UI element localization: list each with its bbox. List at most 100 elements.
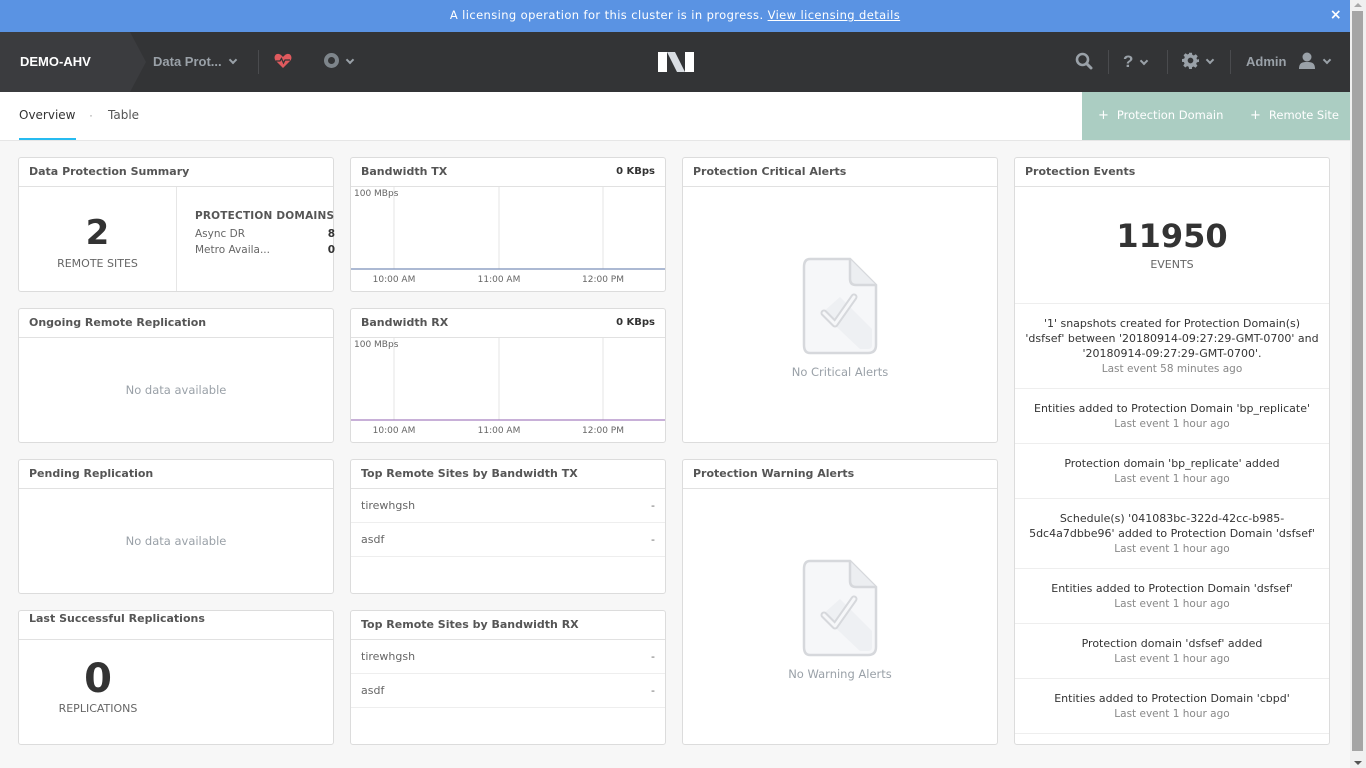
divider bbox=[1108, 50, 1109, 74]
health-button[interactable] bbox=[274, 32, 292, 92]
list-item[interactable]: asdf - bbox=[351, 674, 665, 708]
plus-icon: + bbox=[1250, 108, 1261, 123]
events-label: EVENTS bbox=[1150, 258, 1194, 271]
y-axis-max-label: 100 MBps bbox=[354, 340, 399, 350]
tab-bar: Overview · Table + Protection Domain + Rem… bbox=[0, 92, 1350, 141]
pd-row-value: 0 bbox=[327, 244, 335, 256]
list-item[interactable]: asdf - bbox=[351, 523, 665, 557]
user-icon bbox=[1299, 52, 1316, 70]
nutanix-logo bbox=[658, 52, 694, 72]
replications-count: 0 bbox=[84, 656, 112, 702]
remote-site-value: - bbox=[651, 533, 655, 546]
remote-sites-count: 2 bbox=[85, 213, 110, 253]
list-item[interactable]: tirewhgsh - bbox=[351, 640, 665, 674]
event-time: Last event 1 hour ago bbox=[1114, 473, 1230, 485]
widget-header: Bandwidth TX 0 KBps bbox=[351, 158, 665, 187]
replications-label: REPLICATIONS bbox=[58, 702, 138, 715]
add-remote-site-label: Remote Site bbox=[1268, 108, 1340, 122]
remote-sites-label: REMOTE SITES bbox=[57, 257, 138, 270]
remote-site-name: tirewhgsh bbox=[361, 650, 416, 663]
protection-domains-title: PROTECTION DOMAINS bbox=[195, 210, 335, 222]
add-remote-site-button[interactable]: + Remote Site bbox=[1250, 92, 1339, 139]
help-icon: ? bbox=[1123, 52, 1134, 71]
events-summary[interactable]: 11950 EVENTS bbox=[1015, 187, 1329, 304]
event-time: Last event 1 hour ago bbox=[1114, 418, 1230, 430]
help-menu[interactable]: ? bbox=[1123, 32, 1149, 92]
bandwidth-rx-widget: Bandwidth RX 0 KBps 100 MBps 10:00 AM 11:0… bbox=[350, 308, 666, 443]
empty-state: No Critical Alerts bbox=[683, 257, 997, 379]
protection-events-widget: Protection Events 11950 EVENTS '1' snaps… bbox=[1014, 157, 1330, 745]
event-item[interactable]: '1' snapshots created for Protection Dom… bbox=[1015, 304, 1329, 389]
list-item[interactable]: tirewhgsh - bbox=[351, 489, 665, 523]
events-count: 11950 bbox=[1116, 217, 1228, 255]
event-time: Last event 1 hour ago bbox=[1114, 653, 1230, 665]
page-scrollbar[interactable] bbox=[1350, 0, 1366, 768]
scrollbar-thumb[interactable] bbox=[1352, 11, 1363, 751]
chevron-down-icon bbox=[1322, 55, 1332, 65]
divider bbox=[1230, 50, 1231, 74]
remote-sites-summary[interactable]: 2 REMOTE SITES bbox=[19, 187, 177, 291]
add-protection-domain-label: Protection Domain bbox=[1116, 108, 1224, 122]
action-bar: + Protection Domain + Remote Site bbox=[1082, 92, 1350, 140]
chevron-down-icon bbox=[1205, 55, 1215, 65]
plus-icon: + bbox=[1098, 108, 1109, 123]
y-axis-max-label: 100 MBps bbox=[354, 189, 399, 199]
event-time: Last event 1 hour ago bbox=[1114, 598, 1230, 610]
add-protection-domain-button[interactable]: + Protection Domain bbox=[1098, 92, 1223, 139]
alerts-menu[interactable] bbox=[324, 32, 355, 92]
event-text: '1' snapshots created for Protection Dom… bbox=[1025, 317, 1319, 360]
event-item[interactable]: Schedule(s) '041083bc-322d-42cc-b985-5dc… bbox=[1015, 499, 1329, 569]
user-menu[interactable]: Admin bbox=[1246, 32, 1332, 92]
chevron-down-icon bbox=[228, 55, 237, 65]
pd-row-async-dr[interactable]: Async DR 8 bbox=[195, 228, 335, 240]
x-axis-tick-label: 10:00 AM bbox=[373, 275, 416, 285]
widget-title: Protection Critical Alerts bbox=[683, 158, 997, 187]
replications-summary[interactable]: 0 REPLICATIONS bbox=[19, 640, 177, 715]
scroll-down-arrow-icon[interactable] bbox=[1354, 761, 1362, 765]
event-item[interactable]: Entities added to Protection Domain 'cbp… bbox=[1015, 679, 1329, 734]
view-licensing-details-link[interactable]: View licensing details bbox=[768, 8, 901, 22]
event-item[interactable]: Entities added to Protection Domain 'bp_… bbox=[1015, 389, 1329, 444]
divider bbox=[1167, 50, 1168, 74]
event-text: Protection domain 'dsfsef' added bbox=[1081, 637, 1263, 650]
user-name: Admin bbox=[1246, 54, 1287, 69]
close-banner-button[interactable]: × bbox=[1330, 0, 1342, 31]
divider bbox=[258, 50, 259, 74]
current-bandwidth-value: 0 KBps bbox=[616, 317, 655, 328]
pd-row-metro-availability[interactable]: Metro Availa... 0 bbox=[195, 244, 335, 256]
ongoing-replication-widget: Ongoing Remote Replication No data avail… bbox=[18, 308, 334, 443]
no-data-text: No data available bbox=[125, 534, 227, 548]
pending-replication-widget: Pending Replication No data available bbox=[18, 459, 334, 594]
event-item[interactable]: Protection domain 'bp_replicate' added L… bbox=[1015, 444, 1329, 499]
scroll-up-arrow-icon[interactable] bbox=[1354, 3, 1362, 7]
bandwidth-tx-widget: Bandwidth TX 0 KBps 100 MBps 10:00 AM 11:0… bbox=[350, 157, 666, 292]
x-axis-tick-label: 10:00 AM bbox=[373, 426, 416, 436]
event-time: Last event 58 minutes ago bbox=[1101, 363, 1243, 375]
event-text: Schedule(s) '041083bc-322d-42cc-b985-5dc… bbox=[1029, 512, 1315, 540]
event-item[interactable]: Protection domain 'dsfsef' added Last ev… bbox=[1015, 624, 1329, 679]
search-button[interactable] bbox=[1075, 32, 1093, 92]
x-axis-tick-label: 12:00 PM bbox=[582, 275, 624, 285]
critical-alerts-widget: Protection Critical Alerts No Critical A… bbox=[682, 157, 998, 443]
top-remote-sites-rx-widget: Top Remote Sites by Bandwidth RX tirewhg… bbox=[350, 610, 666, 745]
event-item[interactable]: Entities added to Protection Domain 'dsf… bbox=[1015, 569, 1329, 624]
settings-menu[interactable] bbox=[1182, 32, 1215, 92]
pd-row-label: Metro Availa... bbox=[195, 244, 270, 256]
bandwidth-tx-chart[interactable]: 100 MBps 10:00 AM 11:00 AM 12:00 PM bbox=[351, 187, 665, 292]
gear-icon bbox=[1182, 52, 1199, 70]
remote-site-value: - bbox=[651, 684, 655, 697]
remote-site-name: tirewhgsh bbox=[361, 499, 416, 512]
widget-title: Top Remote Sites by Bandwidth RX bbox=[351, 611, 665, 640]
tab-table[interactable]: Table bbox=[108, 92, 139, 140]
chevron-down-icon bbox=[1140, 56, 1149, 66]
tab-overview[interactable]: Overview bbox=[19, 92, 76, 140]
remote-site-value: - bbox=[651, 650, 655, 663]
circle-icon bbox=[324, 53, 339, 69]
bandwidth-rx-chart[interactable]: 100 MBps 10:00 AM 11:00 AM 12:00 PM bbox=[351, 338, 665, 443]
view-menu[interactable]: Data Prot... bbox=[153, 32, 237, 92]
widget-title: Protection Warning Alerts bbox=[683, 460, 997, 489]
cluster-name[interactable]: DEMO-AHV bbox=[0, 32, 146, 92]
bandwidth-tx-chart-svg: 100 MBps 10:00 AM 11:00 AM 12:00 PM bbox=[351, 187, 665, 285]
empty-state-text: No Warning Alerts bbox=[788, 667, 892, 681]
x-axis-tick-label: 11:00 AM bbox=[478, 275, 521, 285]
